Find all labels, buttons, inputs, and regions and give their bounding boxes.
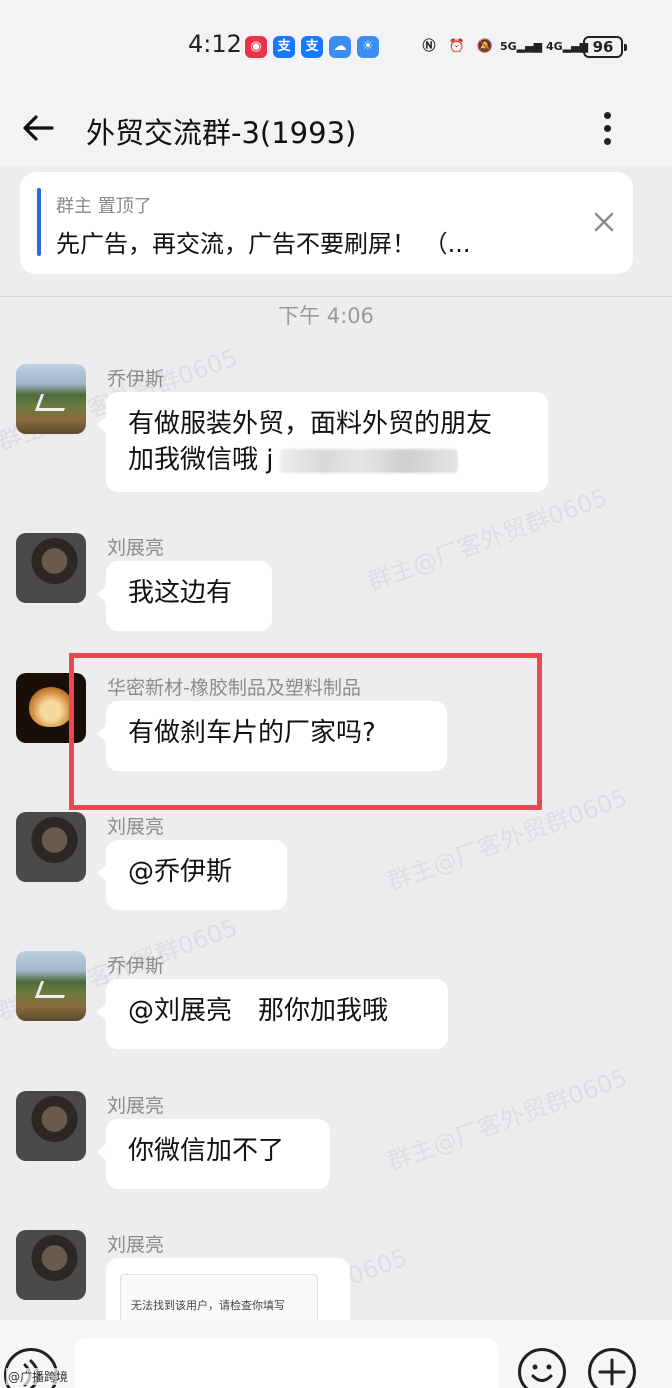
message-bubble[interactable]: 我这边有: [97, 561, 272, 631]
thumbnail-text: 无法找到该用户，请检查你填写: [131, 1299, 285, 1312]
message-timestamp: 下午 4:06: [278, 304, 374, 328]
sender-name: 刘展亮: [107, 1234, 165, 1256]
status-bar: 4:12 ◉ 支 支 ☁ ☀ Ⓝ ⏰ 🔕 5G▂▄▆ 4G▂▄▆ 96: [0, 0, 672, 92]
corner-watermark: @广播跨境: [6, 1368, 71, 1385]
pinned-message[interactable]: 群主 置顶了 先广告，再交流，广告不要刷屏！ （...: [20, 172, 633, 274]
message-text: 你微信加不了: [128, 1136, 285, 1166]
message-text: @乔伊斯: [128, 857, 233, 887]
huawei-video-icon: ◉: [245, 36, 267, 58]
sender-name: 刘展亮: [107, 1095, 165, 1117]
status-time: 4:12: [188, 30, 242, 58]
message-bubble[interactable]: 有做服装外贸，面料外贸的朋友 加我微信哦 j: [97, 392, 548, 492]
sender-name: 乔伊斯: [107, 955, 165, 977]
nfc-icon: Ⓝ: [422, 39, 436, 54]
add-button[interactable]: [588, 1348, 636, 1388]
sender-name: 刘展亮: [107, 537, 165, 559]
man-avatar[interactable]: [16, 812, 86, 882]
highlight-box: [69, 653, 542, 810]
man-avatar[interactable]: [16, 1091, 86, 1161]
sender-name: 刘展亮: [107, 816, 165, 838]
message-input[interactable]: [75, 1338, 498, 1388]
back-arrow-icon: [23, 115, 54, 141]
message-bubble[interactable]: 你微信加不了: [97, 1119, 330, 1189]
message-text: 我这边有: [128, 578, 233, 608]
landscape-avatar[interactable]: [16, 364, 86, 434]
chat-title: 外贸交流群-3(1993): [86, 116, 357, 150]
more-options-button[interactable]: [590, 106, 624, 150]
emoji-button[interactable]: [518, 1348, 566, 1388]
divider: [0, 296, 672, 297]
plus-icon: [598, 1358, 626, 1386]
battery-icon: 96: [583, 36, 627, 58]
more-dots-icon: [604, 112, 611, 119]
message-text: @刘展亮 那你加我哦: [128, 996, 389, 1026]
mute-icon: 🔕: [476, 39, 494, 54]
alarm-icon: ⏰: [448, 39, 466, 54]
sender-name: 乔伊斯: [107, 368, 165, 390]
pinned-close-button[interactable]: [590, 208, 618, 236]
pinned-text: 先广告，再交流，广告不要刷屏！ （...: [56, 230, 471, 258]
cloud-icon: ☁: [329, 36, 351, 58]
pinned-meta: 群主 置顶了: [56, 196, 152, 217]
watermark-text: 群主@厂客外贸群0605: [383, 1063, 632, 1177]
signal-4g-icon: 4G▂▄▆: [546, 40, 589, 53]
input-bar: [0, 1320, 672, 1388]
message-bubble[interactable]: @乔伊斯: [97, 840, 287, 910]
alipay-icon: 支: [273, 36, 295, 58]
back-button[interactable]: [18, 106, 62, 150]
landscape-avatar[interactable]: [16, 951, 86, 1021]
weather-icon: ☀: [357, 36, 379, 58]
signal-5g-icon: 5G▂▄▆: [500, 40, 543, 53]
redacted-contact: [279, 448, 458, 473]
close-icon: [594, 212, 614, 232]
alipay-icon-2: 支: [301, 36, 323, 58]
man-avatar[interactable]: [16, 533, 86, 603]
emoji-icon: [531, 1364, 553, 1382]
pinned-accent-bar: [37, 188, 41, 256]
man-avatar[interactable]: [16, 1230, 86, 1300]
message-bubble[interactable]: @刘展亮 那你加我哦: [97, 979, 448, 1049]
chat-header: 外贸交流群-3(1993): [0, 92, 672, 166]
watermark-text: 群主@厂客外贸群0605: [363, 483, 612, 597]
